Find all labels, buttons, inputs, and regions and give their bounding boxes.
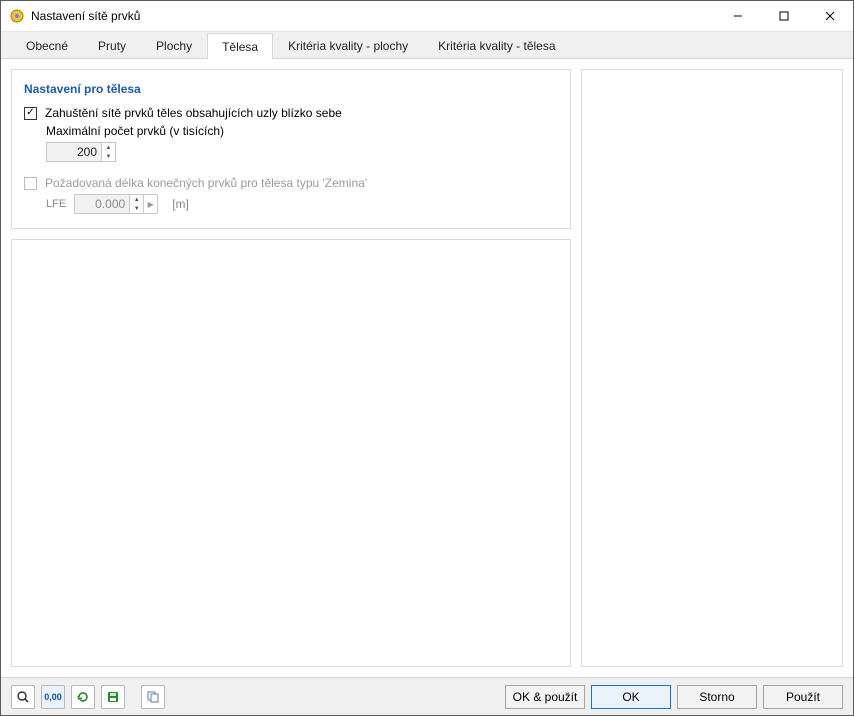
lfe-symbol: LFE <box>46 198 66 210</box>
spin-down-icon[interactable]: ▼ <box>102 152 115 161</box>
checkbox-target-length[interactable] <box>24 177 37 190</box>
lfe-unit: [m] <box>172 197 189 211</box>
save-defaults-button[interactable] <box>101 685 125 709</box>
max-elements-input[interactable] <box>46 142 102 162</box>
tab-kvalita-plochy[interactable]: Kritéria kvality - plochy <box>273 32 423 58</box>
preview-box-right <box>581 69 843 667</box>
titlebar: Nastavení sítě prvků <box>1 1 853 31</box>
group-telesa: Nastavení pro tělesa ✓ Zahuštění sítě pr… <box>11 69 571 229</box>
reset-button[interactable] <box>71 685 95 709</box>
checkbox-target-length-label: Požadovaná délka konečných prvků pro těl… <box>45 176 367 190</box>
lfe-input <box>74 194 130 214</box>
tab-telesa[interactable]: Tělesa <box>207 33 273 59</box>
tab-pruty[interactable]: Pruty <box>83 32 141 58</box>
tab-obecne[interactable]: Obecné <box>11 32 83 58</box>
close-button[interactable] <box>807 1 853 31</box>
checkbox-refine[interactable]: ✓ <box>24 107 37 120</box>
tabstrip: Obecné Pruty Plochy Tělesa Kritéria kval… <box>1 31 853 59</box>
cancel-button[interactable]: Storno <box>677 685 757 709</box>
max-elements-label: Maximální počet prvků (v tisících) <box>46 124 558 138</box>
app-icon <box>9 8 25 24</box>
spin-down-icon: ▼ <box>130 204 143 213</box>
group-heading: Nastavení pro tělesa <box>24 82 558 96</box>
units-button[interactable]: 0,00 <box>41 685 65 709</box>
ok-apply-button[interactable]: OK & použít <box>505 685 585 709</box>
spin-up-icon[interactable]: ▲ <box>102 143 115 152</box>
disk-icon <box>106 690 120 704</box>
refresh-icon <box>76 690 90 704</box>
checkbox-refine-label: Zahuštění sítě prvků těles obsahujících … <box>45 106 342 120</box>
window-title: Nastavení sítě prvků <box>31 9 715 23</box>
preview-box-left <box>11 239 571 667</box>
content-area: Nastavení pro tělesa ✓ Zahuštění sítě pr… <box>1 59 853 677</box>
apply-button[interactable]: Použít <box>763 685 843 709</box>
copy-button[interactable] <box>141 685 165 709</box>
help-button[interactable] <box>11 685 35 709</box>
lfe-go-icon: ▶ <box>144 194 158 214</box>
tab-kvalita-telesa[interactable]: Kritéria kvality - tělesa <box>423 32 570 58</box>
minimize-button[interactable] <box>715 1 761 31</box>
tab-plochy[interactable]: Plochy <box>141 32 207 58</box>
max-elements-stepper[interactable]: ▲▼ <box>46 142 116 162</box>
ok-button[interactable]: OK <box>591 685 671 709</box>
spin-up-icon: ▲ <box>130 195 143 204</box>
footer: 0,00 OK & použít OK Storno Použít <box>1 677 853 715</box>
magnifier-icon <box>16 690 30 704</box>
copy-icon <box>146 690 160 704</box>
maximize-button[interactable] <box>761 1 807 31</box>
units-icon: 0,00 <box>44 692 62 702</box>
